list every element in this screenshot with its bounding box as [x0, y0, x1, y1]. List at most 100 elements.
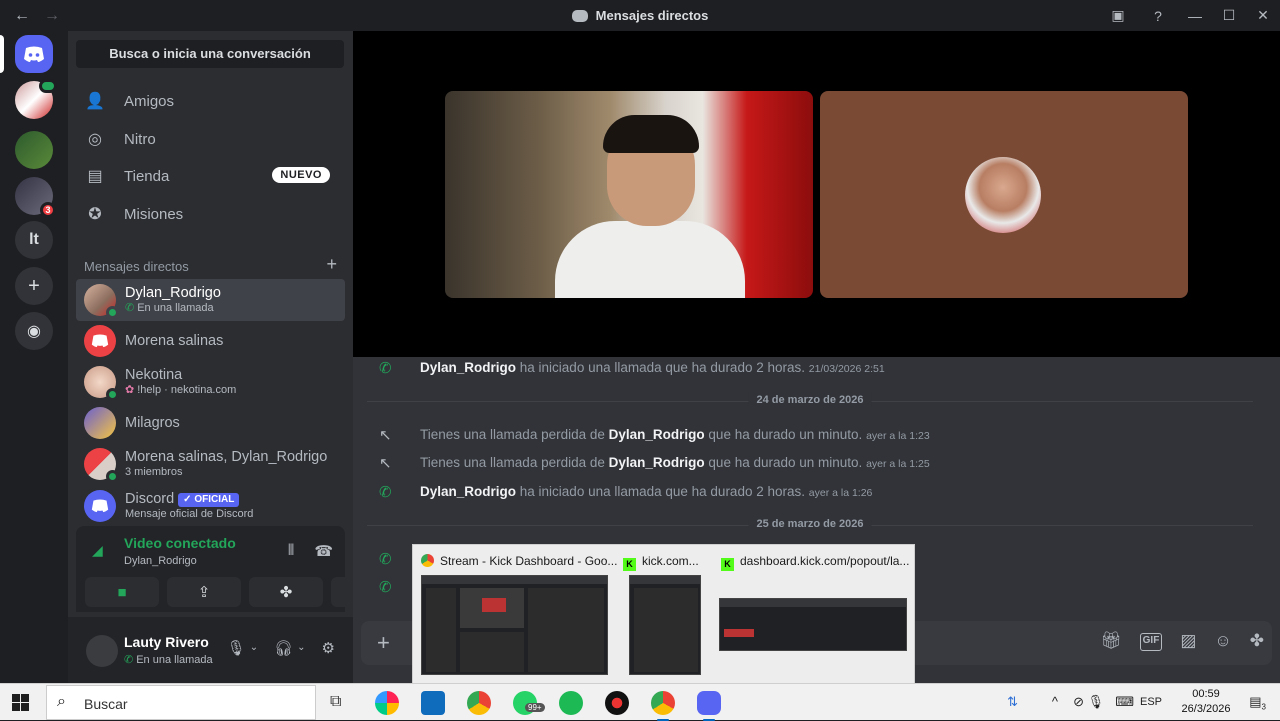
attach-plus-icon[interactable]: + — [377, 630, 390, 656]
dm-header: Mensajes directos — [84, 259, 189, 274]
date-divider: 24 de marzo de 2026 — [367, 394, 1253, 406]
tray-app-icon[interactable]: ⇅ — [1007, 694, 1018, 710]
voice-status-title[interactable]: Video conectado — [124, 535, 236, 551]
keyboard-icon[interactable]: ⌨ — [1115, 694, 1134, 710]
dm-sidebar: Busca o inicia una conversación 👤 Amigos … — [68, 31, 405, 683]
home-button[interactable] — [15, 35, 53, 73]
title-bar: ← → Mensajes directos ▣ ? — ☐ ✕ — [0, 0, 1280, 31]
dm-status: ✆ En una llamada — [125, 302, 214, 315]
dm-item-dylan[interactable]: Dylan_Rodrigo ✆ En una llamada — [76, 279, 345, 321]
server-avatar-1[interactable] — [15, 79, 57, 119]
back-arrow-icon[interactable]: ← — [14, 7, 30, 25]
message-user[interactable]: Dylan_Rodrigo — [420, 360, 516, 375]
nav-store[interactable]: ▤ Tienda NUEVO — [76, 158, 344, 194]
user-avatar[interactable] — [86, 635, 118, 667]
close-button[interactable]: ✕ — [1246, 7, 1280, 24]
copilot-icon[interactable] — [375, 691, 399, 715]
timestamp: 21/03/2026 2:51 — [808, 363, 885, 375]
server-avatar-3[interactable]: 3 — [15, 177, 56, 218]
chevron-up-icon[interactable]: ^ — [1052, 694, 1058, 709]
maximize-button[interactable]: ☐ — [1212, 7, 1246, 24]
headphones-icon[interactable]: 🎧︎ — [274, 639, 293, 657]
apps-icon[interactable]: ✤ — [1250, 631, 1264, 651]
server-avatar-2[interactable] — [15, 131, 53, 169]
emoji-icon[interactable]: ☺ — [1214, 631, 1231, 651]
disconnect-icon[interactable]: ☎ — [314, 542, 333, 560]
create-dm-icon[interactable]: + — [326, 254, 337, 275]
preview-thumbnail — [629, 575, 701, 675]
gif-icon[interactable]: GIF — [1139, 633, 1163, 651]
nav-label: Tienda — [124, 167, 170, 185]
notification-icon[interactable]: ▤3 — [1249, 694, 1266, 712]
preview-window-2[interactable]: Kkick.com... — [615, 545, 713, 685]
video-tile-self[interactable] — [820, 91, 1188, 298]
sticker-icon[interactable]: ▨ — [1180, 631, 1196, 651]
dm-item-group[interactable]: Morena salinas, Dylan_Rodrigo 3 miembros — [76, 443, 345, 485]
server-lt[interactable]: lt — [15, 221, 53, 259]
whatsapp-icon[interactable]: 99+ — [513, 691, 545, 715]
user-name[interactable]: Lauty Rivero — [124, 634, 209, 650]
video-tile-remote[interactable] — [445, 91, 813, 298]
clock[interactable]: 00:59 26/3/2026 — [1176, 687, 1236, 717]
spotify-icon[interactable] — [559, 691, 583, 715]
screen-share-icon: ⇪ — [197, 584, 211, 601]
phone-icon: ✆ — [125, 302, 135, 315]
minimize-button[interactable]: — — [1178, 8, 1212, 24]
nitro-icon: ◎ — [88, 131, 102, 148]
dm-item-nekotina[interactable]: Nekotina ✿ !help · nekotina.com — [76, 361, 345, 403]
selected-pill — [0, 35, 4, 73]
discover-button[interactable]: ◉ — [15, 312, 53, 350]
preview-thumbnail — [421, 575, 608, 675]
chrome-running-icon[interactable] — [651, 691, 675, 721]
dm-item-morena[interactable]: Morena salinas — [76, 320, 345, 362]
dm-name: Milagros — [125, 414, 180, 431]
task-view-icon[interactable]: ⧉ — [330, 693, 341, 711]
dm-name: Nekotina — [125, 367, 183, 384]
activities-button[interactable]: ✤ — [249, 577, 323, 607]
nav-quests[interactable]: ✪ Misiones — [76, 196, 344, 232]
noise-suppression-icon[interactable]: ⦀ — [288, 542, 295, 560]
microphone-icon[interactable]: 🎙︎ — [1087, 694, 1104, 710]
outlook-icon[interactable] — [421, 691, 445, 715]
forward-arrow-icon[interactable]: → — [44, 7, 60, 25]
app-icon[interactable] — [605, 691, 629, 715]
dm-item-discord[interactable]: Discord ✓ OFICIAL Mensaje oficial de Disco… — [76, 485, 345, 527]
dm-item-milagros[interactable]: Milagros — [76, 402, 345, 444]
flower-icon: ✿ — [125, 384, 135, 397]
official-badge: ✓ OFICIAL — [178, 493, 240, 507]
add-server-button[interactable]: + — [15, 267, 53, 305]
date-divider: 25 de marzo de 2026 — [367, 518, 1253, 530]
message-user[interactable]: Dylan_Rodrigo — [420, 484, 516, 499]
discord-logo-icon — [24, 46, 44, 62]
chevron-down-icon[interactable]: ⌄ — [297, 639, 305, 657]
language-indicator[interactable]: ESP — [1140, 696, 1162, 708]
message-user[interactable]: Dylan_Rodrigo — [609, 455, 705, 470]
group-avatar — [84, 448, 119, 483]
chrome-icon[interactable] — [467, 691, 491, 715]
activities-icon: ✤ — [279, 584, 293, 601]
microphone-icon[interactable]: 🎙︎ — [227, 639, 246, 657]
discord-logo-icon — [571, 10, 588, 22]
call-log-message: ✆ Dylan_Rodrigo ha iniciado una llamada … — [379, 484, 873, 501]
discord-logo-icon — [91, 499, 109, 513]
taskbar-search[interactable]: ⌕ Buscar — [46, 685, 316, 720]
gift-icon[interactable]: 🎁︎ — [1100, 631, 1122, 651]
search-button[interactable]: Busca o inicia una conversación — [76, 40, 344, 68]
nav-nitro[interactable]: ◎ Nitro — [76, 121, 344, 157]
preview-window-3[interactable]: Kdashboard.kick.com/popout/la... — [713, 545, 915, 685]
nav-friends[interactable]: 👤 Amigos — [76, 83, 344, 119]
screen-share-icon[interactable]: ▣ — [1098, 7, 1138, 24]
user-panel: Lauty Rivero ✆ En una llamada 🎙︎ ⌄ 🎧︎ ⌄ ⚙ — [68, 617, 353, 683]
screen-share-button[interactable]: ⇪ — [167, 577, 241, 607]
message-user[interactable]: Dylan_Rodrigo — [609, 427, 705, 442]
camera-button[interactable]: ■ — [85, 577, 159, 607]
preview-window-1[interactable]: Stream - Kick Dashboard - Goo... — [413, 545, 617, 685]
voice-status-sub: Dylan_Rodrigo — [124, 555, 197, 567]
help-icon[interactable]: ? — [1138, 8, 1178, 24]
start-button[interactable] — [12, 694, 29, 711]
discord-taskbar-icon[interactable] — [697, 691, 721, 721]
network-icon[interactable]: ⊘ — [1073, 694, 1084, 710]
chevron-down-icon[interactable]: ⌄ — [250, 639, 258, 657]
timestamp: ayer a la 1:23 — [866, 430, 930, 442]
settings-gear-icon[interactable]: ⚙ — [322, 639, 335, 657]
